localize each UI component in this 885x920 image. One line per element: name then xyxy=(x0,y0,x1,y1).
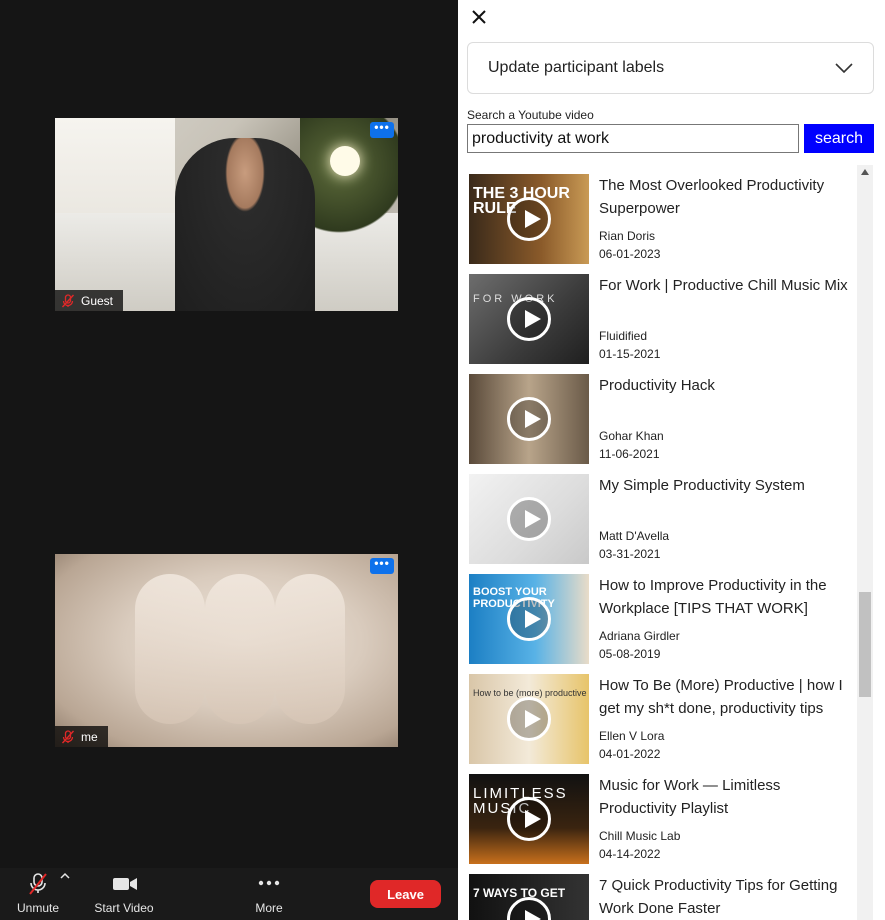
list-item[interactable]: Productivity Hack Gohar Khan 11-06-2021 xyxy=(469,365,861,464)
video-date: 11-06-2021 xyxy=(599,447,660,461)
hand-knuckle xyxy=(275,574,345,724)
results-scrollbar[interactable] xyxy=(857,165,873,920)
play-icon xyxy=(507,597,551,641)
video-tile-me[interactable]: ••• me xyxy=(55,554,398,747)
participant-name-tag: Guest xyxy=(55,290,124,311)
video-date: 04-14-2022 xyxy=(599,847,661,861)
video-thumbnail[interactable]: LIMITLESS MUSIC xyxy=(469,774,589,864)
hand-knuckle xyxy=(205,574,275,724)
video-channel: Rian Doris xyxy=(599,229,656,243)
participant-video xyxy=(175,138,315,311)
video-channel: Fluidified xyxy=(599,329,648,343)
video-channel: Adriana Girdler xyxy=(599,629,680,643)
scroll-up-arrow-icon[interactable] xyxy=(861,169,869,175)
video-thumbnail[interactable]: 7 WAYS TO GET xyxy=(469,874,589,920)
participant-name: Guest xyxy=(81,293,114,308)
list-item[interactable]: THE 3 HOUR RULE The Most Overlooked Prod… xyxy=(469,165,861,264)
video-title[interactable]: 7 Quick Productivity Tips for Getting Wo… xyxy=(599,874,861,920)
unmute-button[interactable]: Unmute xyxy=(8,868,70,920)
list-item[interactable]: BOOST YOUR PRODUCTIVITY How to Improve P… xyxy=(469,565,861,664)
mic-muted-icon xyxy=(29,873,47,895)
participant-labels-accordion[interactable]: Update participant labels xyxy=(467,42,874,94)
video-thumbnail[interactable]: How to be (more) productive xyxy=(469,674,589,764)
hand-knuckle xyxy=(135,574,205,724)
video-title[interactable]: My Simple Productivity System xyxy=(599,474,861,497)
accordion-title: Update participant labels xyxy=(488,59,665,76)
leave-button[interactable]: Leave xyxy=(370,880,441,908)
video-channel: Ellen V Lora xyxy=(599,729,665,743)
results-list: THE 3 HOUR RULE The Most Overlooked Prod… xyxy=(458,165,885,920)
video-date: 04-01-2022 xyxy=(599,747,661,761)
play-icon xyxy=(507,497,551,541)
search-button[interactable]: search xyxy=(804,124,874,153)
video-thumbnail[interactable]: BOOST YOUR PRODUCTIVITY xyxy=(469,574,589,664)
video-title[interactable]: Productivity Hack xyxy=(599,374,861,397)
participant-name: me xyxy=(81,729,98,744)
video-date: 03-31-2021 xyxy=(599,547,661,561)
list-item[interactable]: My Simple Productivity System Matt D'Ave… xyxy=(469,465,861,564)
close-icon[interactable] xyxy=(468,6,490,28)
play-icon xyxy=(507,797,551,841)
meeting-area: ••• Guest ••• me Unmute Start Video More… xyxy=(0,0,458,920)
unmute-label: Unmute xyxy=(16,901,60,915)
mic-muted-icon xyxy=(61,293,75,308)
video-title[interactable]: How To Be (More) Productive | how I get … xyxy=(599,674,861,720)
participant-name-tag: me xyxy=(55,726,108,747)
video-date: 01-15-2021 xyxy=(599,347,661,361)
more-dots-icon xyxy=(258,880,280,886)
video-title[interactable]: Music for Work — Limitless Productivity … xyxy=(599,774,861,820)
video-thumbnail[interactable]: THE 3 HOUR RULE xyxy=(469,174,589,264)
play-icon xyxy=(507,697,551,741)
youtube-panel: Update participant labels Search a Youtu… xyxy=(458,0,885,920)
list-item[interactable]: LIMITLESS MUSIC Music for Work — Limitle… xyxy=(469,765,861,864)
video-title[interactable]: For Work | Productive Chill Music Mix xyxy=(599,274,861,297)
more-label: More xyxy=(255,901,283,915)
chevron-up-icon[interactable] xyxy=(60,872,70,880)
search-label: Search a Youtube video xyxy=(467,108,594,122)
video-tile-guest[interactable]: ••• Guest xyxy=(55,118,398,311)
tile-more-button[interactable]: ••• xyxy=(370,557,394,574)
start-video-button[interactable]: Start Video xyxy=(88,868,160,920)
list-item[interactable]: FOR WORK For Work | Productive Chill Mus… xyxy=(469,265,861,364)
video-title[interactable]: The Most Overlooked Productivity Superpo… xyxy=(599,174,861,220)
video-title[interactable]: How to Improve Productivity in the Workp… xyxy=(599,574,861,620)
scrollbar-thumb[interactable] xyxy=(859,592,871,697)
search-input[interactable] xyxy=(467,124,799,153)
video-channel: Chill Music Lab xyxy=(599,829,681,843)
video-thumbnail[interactable] xyxy=(469,474,589,564)
play-icon xyxy=(507,397,551,441)
video-date: 06-01-2023 xyxy=(599,247,661,261)
more-button[interactable]: More xyxy=(244,868,294,920)
video-channel: Matt D'Avella xyxy=(599,529,670,543)
list-item[interactable]: 7 WAYS TO GET 7 Quick Productivity Tips … xyxy=(469,865,859,920)
play-icon xyxy=(507,197,551,241)
chevron-down-icon xyxy=(835,63,853,73)
video-channel: Gohar Khan xyxy=(599,429,664,443)
list-item[interactable]: How to be (more) productive How To Be (M… xyxy=(469,665,861,764)
mic-muted-icon xyxy=(61,729,75,744)
play-icon xyxy=(507,297,551,341)
video-thumbnail[interactable]: FOR WORK xyxy=(469,274,589,364)
background-lamp xyxy=(330,146,360,176)
video-camera-icon xyxy=(113,878,137,890)
meeting-toolbar: Unmute Start Video More Leave xyxy=(0,868,458,920)
video-date: 05-08-2019 xyxy=(599,647,661,661)
video-thumbnail[interactable] xyxy=(469,374,589,464)
background-window xyxy=(55,118,175,228)
tile-more-button[interactable]: ••• xyxy=(370,121,394,138)
start-video-label: Start Video xyxy=(94,901,154,915)
